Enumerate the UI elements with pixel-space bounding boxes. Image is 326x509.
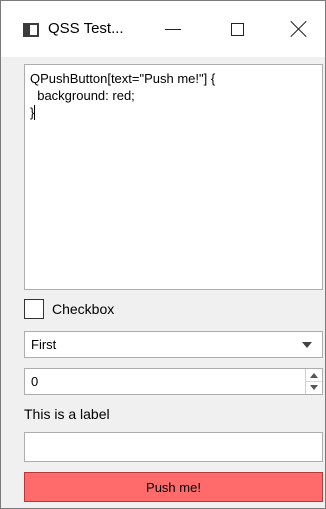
title-bar[interactable]: QSS Test... (1, 1, 325, 57)
static-label: This is a label (24, 406, 110, 422)
app-window: QSS Test... QPushButton[text="Push me!"]… (0, 0, 326, 509)
text-caret (34, 105, 36, 120)
checkbox-label: Checkbox (52, 301, 115, 317)
maximize-button[interactable] (211, 1, 263, 57)
close-button[interactable] (273, 1, 325, 57)
push-me-button[interactable]: Push me! (24, 472, 323, 502)
minimize-icon (165, 28, 181, 30)
maximize-icon (230, 22, 244, 36)
spin-down-button[interactable] (306, 381, 322, 393)
editor-line-2: background: red; (30, 88, 135, 103)
checkbox[interactable] (24, 299, 44, 319)
minimize-button[interactable] (147, 1, 199, 57)
spin-buttons (305, 369, 322, 394)
stylesheet-editor[interactable]: QPushButton[text="Push me!"] { backgroun… (24, 64, 323, 290)
editor-line-1: QPushButton[text="Push me!"] { (30, 71, 216, 86)
combo-selected-value: First (31, 337, 57, 352)
spin-box-value: 0 (31, 374, 39, 389)
arrow-up-icon (310, 372, 318, 378)
chevron-down-icon (302, 342, 312, 348)
close-icon (291, 21, 307, 37)
arrow-down-icon (310, 384, 318, 390)
window-title: QSS Test... (48, 20, 124, 37)
app-window-icon (23, 23, 39, 37)
spin-box[interactable]: 0 (24, 368, 323, 395)
checkbox-row[interactable]: Checkbox (24, 299, 224, 321)
line-edit-input[interactable] (24, 432, 323, 462)
combo-box[interactable]: First (24, 331, 323, 358)
